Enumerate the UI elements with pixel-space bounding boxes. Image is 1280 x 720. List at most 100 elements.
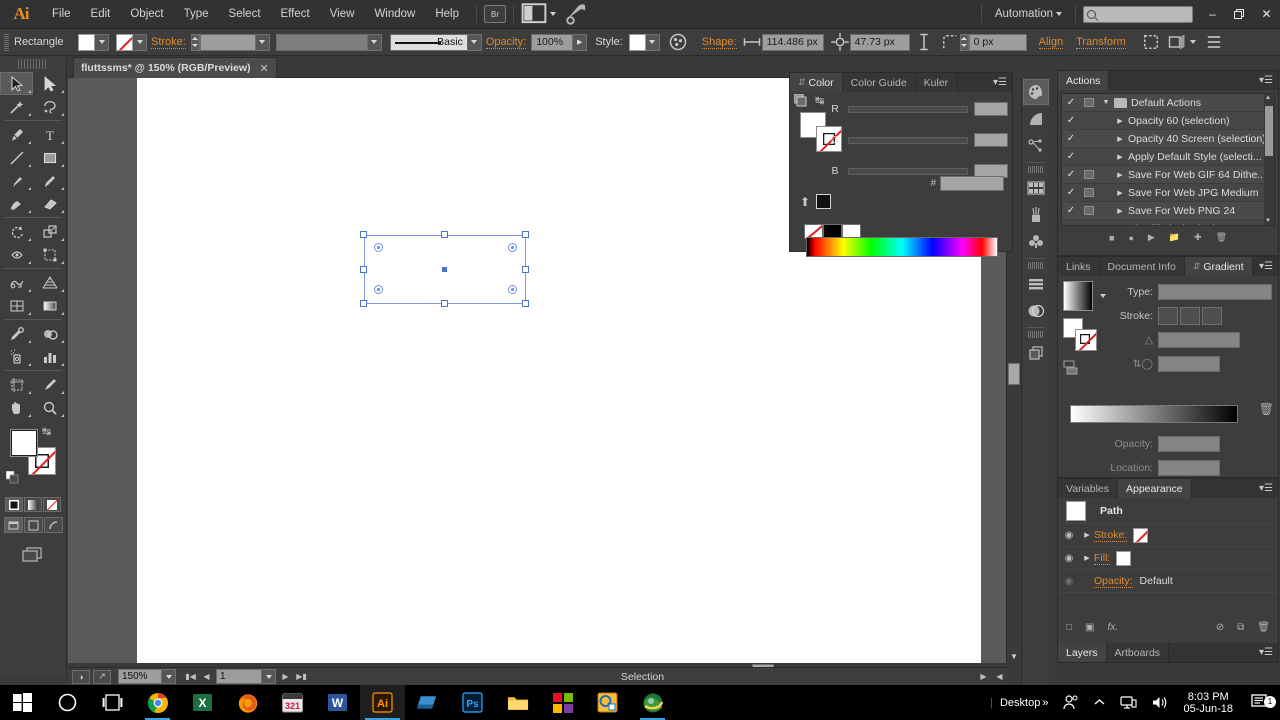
action-dialog-toggle[interactable] xyxy=(1080,206,1098,215)
default-fill-stroke-icon[interactable]: ⬆ xyxy=(800,195,810,209)
menu-edit[interactable]: Edit xyxy=(81,0,121,29)
rectangle-tool[interactable] xyxy=(33,146,66,169)
rail-grip[interactable] xyxy=(1028,166,1043,173)
selected-object-bounding-box[interactable] xyxy=(360,231,529,307)
close-button[interactable]: ✕ xyxy=(1253,0,1280,29)
gradient-preview-swatch[interactable] xyxy=(1063,281,1093,311)
taskbar-browser[interactable] xyxy=(630,685,675,720)
duplicate-item-button[interactable]: ⧉ xyxy=(1237,622,1244,633)
arrange-chevron-down-icon[interactable] xyxy=(550,12,556,16)
mesh-tool[interactable] xyxy=(0,294,33,317)
gradient-fill-stroke-swatches[interactable] xyxy=(1063,318,1097,352)
gradient-tool[interactable] xyxy=(33,294,66,317)
brush-definition-value[interactable]: Basic xyxy=(389,33,468,51)
column-graph-tool[interactable] xyxy=(33,345,66,368)
artboard-number-input[interactable]: 1 xyxy=(216,669,262,684)
artboard-chevron-down-icon[interactable] xyxy=(262,669,276,684)
stroke-gradient-across-button[interactable] xyxy=(1202,307,1222,325)
expand-action-icon[interactable]: ▶ xyxy=(1112,207,1128,215)
clear-appearance-button[interactable]: ⊘ xyxy=(1216,622,1224,633)
select-similar-icon[interactable] xyxy=(1167,32,1187,52)
gradient-reverse-icon[interactable] xyxy=(1063,360,1083,379)
action-row[interactable]: ✓ ▶ Apply Default Style (selecti... xyxy=(1062,148,1274,166)
stop-button[interactable]: ■ xyxy=(1109,233,1114,243)
delete-button[interactable]: 🗑 xyxy=(1216,232,1227,243)
menu-select[interactable]: Select xyxy=(219,0,271,29)
zoom-input[interactable]: 150% xyxy=(118,669,162,684)
menu-window[interactable]: Window xyxy=(364,0,425,29)
control-bar-grip[interactable] xyxy=(4,33,9,51)
appearance-row-label[interactable]: Fill: xyxy=(1094,552,1111,565)
tab-layers[interactable]: Layers xyxy=(1058,643,1107,662)
action-toggle-checkbox[interactable]: ✓ xyxy=(1062,205,1080,216)
graphic-style-swatch[interactable] xyxy=(628,33,646,51)
share-icon[interactable]: ↗ xyxy=(93,669,111,684)
minimize-button[interactable]: – xyxy=(1199,0,1226,29)
align-panel-icon[interactable] xyxy=(1023,271,1049,297)
expand-action-icon[interactable]: ▶ xyxy=(1112,225,1128,226)
isolate-selected-object-icon[interactable] xyxy=(1141,32,1161,52)
action-row[interactable]: ✓ ▶ Save For Web JPG Medium xyxy=(1062,184,1274,202)
stroke-weight-input[interactable] xyxy=(199,33,256,51)
artboard-tool[interactable] xyxy=(0,373,33,396)
transparency-panel-icon[interactable] xyxy=(1023,298,1049,324)
expand-action-icon[interactable]: ▶ xyxy=(1112,117,1128,125)
expand-action-icon[interactable]: ▶ xyxy=(1112,189,1128,197)
actions-scroll-thumb[interactable] xyxy=(1265,106,1273,156)
menu-object[interactable]: Object xyxy=(120,0,173,29)
appearance-row[interactable]: ◉ Opacity: Default xyxy=(1058,570,1278,593)
gradient-opacity-input[interactable] xyxy=(1158,436,1220,452)
cloud-sync-icon[interactable]: ◑ xyxy=(72,669,90,684)
new-set-button[interactable]: 📁 xyxy=(1169,232,1180,243)
gradient-angle-input[interactable] xyxy=(1158,332,1240,348)
menu-help[interactable]: Help xyxy=(425,0,469,29)
actions-scrollbar[interactable]: ▲ ▼ xyxy=(1264,94,1274,225)
close-icon[interactable]: ✕ xyxy=(260,62,269,75)
stroke-profile-control[interactable] xyxy=(275,33,382,51)
channel-slider[interactable] xyxy=(848,105,968,113)
rotate-tool[interactable] xyxy=(0,220,33,243)
channel-input[interactable] xyxy=(974,133,1008,147)
stroke-weight-chevron-down-icon[interactable] xyxy=(255,33,270,51)
new-action-button[interactable]: ✚ xyxy=(1194,232,1202,243)
gradient-stroke-swatch[interactable] xyxy=(1075,329,1097,351)
expand-set-icon[interactable]: ▼ xyxy=(1098,99,1114,106)
swap-fill-stroke-icon[interactable]: ↹ xyxy=(42,425,51,438)
magic-wand-tool[interactable] xyxy=(0,95,33,118)
task-view-button[interactable] xyxy=(90,685,135,720)
clock[interactable]: 8:03 PM 05-Jun-18 xyxy=(1175,691,1241,715)
brush-definition-control[interactable]: Basic xyxy=(389,33,482,51)
taskbar-firefox[interactable] xyxy=(225,685,270,720)
slice-tool[interactable] xyxy=(33,373,66,396)
delete-stop-icon[interactable]: 🗑 xyxy=(1259,402,1274,416)
stroke-weight-control[interactable] xyxy=(190,33,270,51)
eraser-tool[interactable] xyxy=(33,192,66,215)
fill-color-swatch[interactable] xyxy=(10,429,38,457)
corner-radius-stepper[interactable] xyxy=(959,33,969,51)
corner-radius-control[interactable]: 0 px xyxy=(959,33,1027,51)
gradient-type-select[interactable] xyxy=(1158,284,1272,300)
add-new-fill-button[interactable]: ▣ xyxy=(1085,622,1094,633)
appearance-row-label[interactable]: Stroke: xyxy=(1094,529,1128,542)
appearance-row-label[interactable]: Opacity: xyxy=(1094,575,1133,588)
visibility-eye-icon[interactable]: ◉ xyxy=(1058,576,1080,587)
gradient-location-input[interactable] xyxy=(1158,460,1220,476)
corner-radius-input[interactable]: 0 px xyxy=(968,33,1027,51)
artboard-navigation[interactable]: 1 xyxy=(216,669,276,684)
search-input[interactable] xyxy=(1083,5,1193,23)
shape-label[interactable]: Shape: xyxy=(701,36,737,49)
add-new-effect-button[interactable]: fx. xyxy=(1108,622,1119,633)
bbox-handle-bottom-center[interactable] xyxy=(441,300,448,307)
expand-action-icon[interactable]: ▶ xyxy=(1112,135,1128,143)
color-spectrum-bar[interactable] xyxy=(806,237,998,257)
stroke-profile-input[interactable] xyxy=(275,33,368,51)
stroke-weight-label[interactable]: Stroke: xyxy=(151,36,186,49)
tab-document-info[interactable]: Document Info xyxy=(1099,257,1185,276)
record-button[interactable]: ● xyxy=(1128,233,1133,243)
scroll-down-arrow-icon[interactable]: ▼ xyxy=(1265,218,1271,224)
color-guide-icon[interactable] xyxy=(1023,106,1049,132)
control-panel-menu-icon[interactable] xyxy=(1204,32,1224,52)
appearance-row[interactable]: ◉ ▶ Stroke: xyxy=(1058,524,1278,547)
opacity-mask-icon[interactable] xyxy=(668,32,688,52)
fill-swatch[interactable] xyxy=(78,33,95,51)
